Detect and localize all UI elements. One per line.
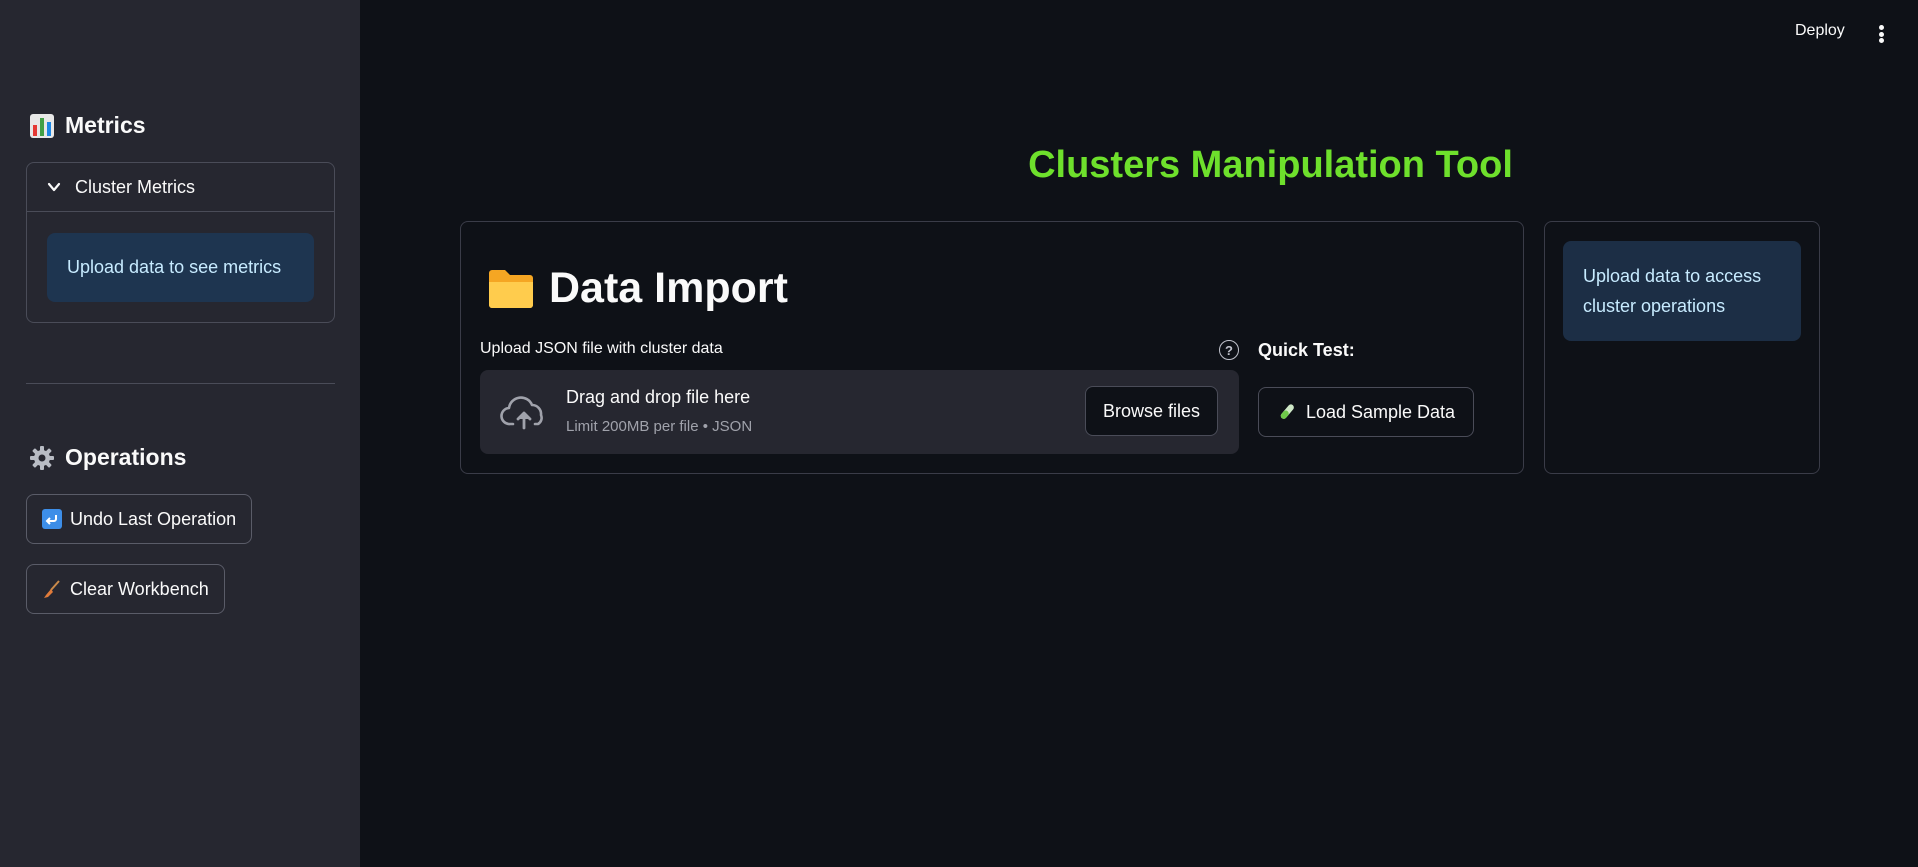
chevron-down-icon <box>47 182 61 192</box>
broom-icon <box>44 580 60 598</box>
dropzone-title: Drag and drop file here <box>566 387 751 407</box>
metrics-heading-text: Metrics <box>65 112 146 138</box>
clear-workbench-button[interactable]: Clear Workbench <box>26 564 225 614</box>
undo-last-operation-button[interactable]: Undo Last Operation <box>26 494 253 544</box>
cluster-metrics-expander: Cluster Metrics Upload data to see metri… <box>26 162 335 323</box>
undo-arrow-icon <box>42 509 62 529</box>
data-import-heading-text: Data Import <box>549 264 788 312</box>
metrics-info-alert: Upload data to see metrics <box>47 233 314 302</box>
quick-test-label: Quick Test: <box>1258 340 1355 360</box>
folder-icon <box>489 269 533 308</box>
cluster-metrics-expander-header[interactable]: Cluster Metrics <box>27 163 334 212</box>
cloud-upload-icon <box>500 396 543 430</box>
file-dropzone[interactable]: Drag and drop file here Limit 200MB per … <box>480 370 1239 454</box>
expander-title: Cluster Metrics <box>75 176 196 197</box>
data-import-card: Data Import Upload JSON file with cluste… <box>460 221 1524 474</box>
page-title-text: Clusters Manipulation Tool <box>1028 144 1513 186</box>
gear-icon <box>30 445 54 470</box>
operations-heading: Operations <box>29 444 186 471</box>
sidebar: Metrics Cluster Metrics Upload data to s… <box>0 0 360 867</box>
data-import-heading: Data Import <box>487 264 788 313</box>
load-sample-label: Load Sample Data <box>1305 401 1456 422</box>
page-title: Clusters Manipulation Tool <box>360 144 1918 187</box>
kebab-menu-icon[interactable] <box>1874 22 1888 46</box>
test-tube-icon <box>1280 404 1294 419</box>
undo-button-label: Undo Last Operation <box>70 508 237 529</box>
clear-button-label: Clear Workbench <box>70 578 209 599</box>
cluster-operations-card: Upload data to access cluster operations <box>1544 221 1820 474</box>
operations-info-alert: Upload data to access cluster operations <box>1563 241 1801 341</box>
app-root: Metrics Cluster Metrics Upload data to s… <box>0 0 1918 867</box>
metrics-heading: Metrics <box>29 112 146 139</box>
operations-heading-text: Operations <box>65 444 187 470</box>
bar-chart-icon <box>30 113 54 138</box>
help-circle-icon[interactable]: ? <box>1219 340 1239 360</box>
browse-files-button[interactable]: Browse files <box>1085 386 1218 436</box>
deploy-button[interactable]: Deploy <box>1795 22 1845 40</box>
uploader-label: Upload JSON file with cluster data <box>480 340 723 357</box>
load-sample-data-button[interactable]: Load Sample Data <box>1258 387 1474 437</box>
dropzone-subtitle: Limit 200MB per file • JSON <box>566 418 753 435</box>
sidebar-divider <box>26 383 335 384</box>
